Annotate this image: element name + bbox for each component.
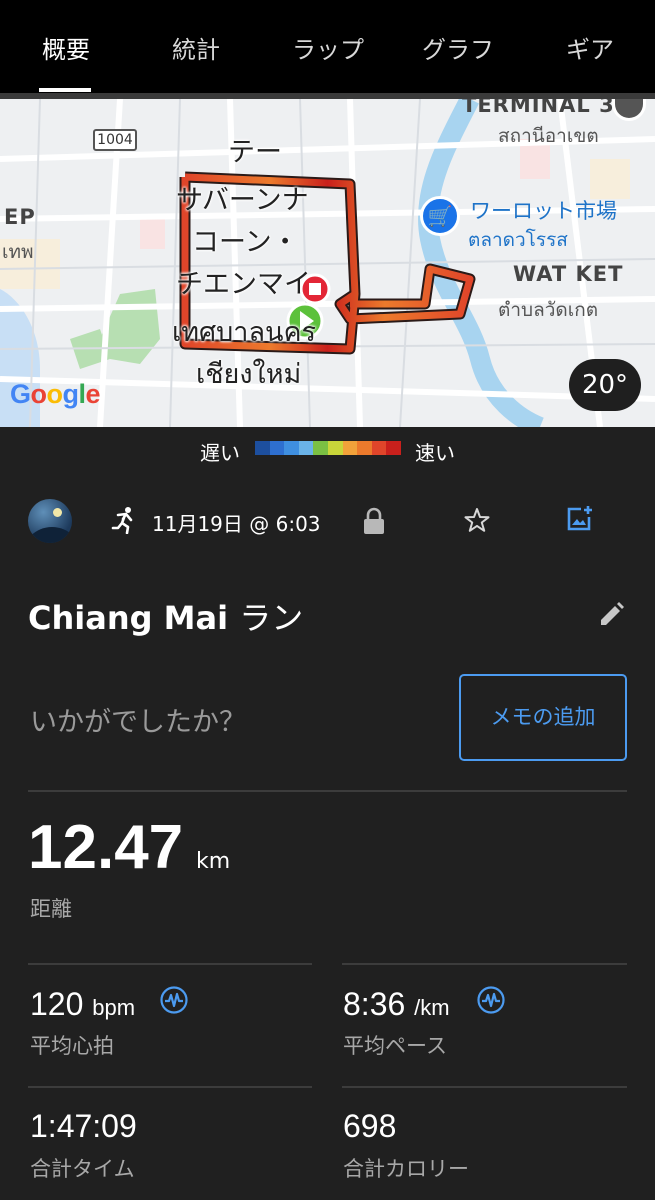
pace-color-swatch — [298, 441, 314, 455]
map-label-watket: WAT KET — [513, 262, 624, 286]
map-label-market-thai: ตลาดวโรรส — [468, 229, 568, 251]
avg-hr-number: 120 — [30, 986, 84, 1022]
pace-color-swatch — [342, 441, 358, 455]
tab-overview[interactable]: 概要 — [38, 30, 94, 70]
tab-laps[interactable]: ラップ — [288, 30, 368, 70]
avg-hr-unit: bpm — [92, 995, 136, 1020]
activity-title: Chiang Mai ラン — [28, 593, 303, 639]
edit-pencil-icon[interactable] — [597, 601, 625, 629]
pace-color-scale — [255, 441, 401, 455]
tab-graphs[interactable]: グラフ — [418, 30, 498, 70]
add-photo-icon[interactable] — [564, 504, 594, 534]
distance-label: 距離 — [30, 897, 72, 921]
pace-legend: 遅い 速い — [0, 427, 655, 472]
total-time-label: 合計タイム — [30, 1157, 135, 1181]
star-icon[interactable] — [463, 506, 491, 534]
tab-bar: 概要 統計 ラップ グラフ ギア — [0, 0, 655, 93]
active-tab-indicator — [39, 88, 91, 92]
avatar[interactable] — [28, 499, 72, 543]
legend-fast-label: 速い — [415, 441, 455, 465]
avg-pace-value: 8:36 /km — [343, 986, 450, 1023]
map-label-city-thai-2: เชียงใหม่ — [196, 359, 302, 390]
road-number-badge: 1004 — [93, 129, 137, 151]
divider — [28, 963, 312, 965]
avatar-moon — [53, 508, 62, 517]
divider — [342, 1086, 627, 1088]
map-label-thep: เทพ — [2, 241, 34, 263]
avg-pace-number: 8:36 — [343, 986, 406, 1022]
avg-heart-rate-label: 平均心拍 — [30, 1034, 114, 1058]
pace-color-swatch — [313, 441, 328, 455]
pace-color-swatch — [327, 441, 343, 455]
total-time-value: 1:47:09 — [30, 1108, 137, 1144]
legend-slow-label: 遅い — [200, 441, 240, 465]
divider — [342, 963, 627, 965]
distance-unit: km — [196, 849, 231, 874]
map-label-terminal-thai: สถานีอาเขต — [498, 125, 599, 147]
map-label-city-4: チエンマイ — [176, 269, 311, 300]
pace-chart-icon[interactable] — [476, 985, 506, 1015]
lock-icon[interactable] — [362, 507, 386, 535]
avg-pace-label: 平均ペース — [343, 1034, 447, 1058]
route-map[interactable]: 1004 TERMINAL 3 สถานีอาเขต 🛒 ワーロット市場 ตลา… — [0, 99, 655, 427]
heart-rate-chart-icon[interactable] — [159, 985, 189, 1015]
calories-value: 698 — [343, 1108, 397, 1144]
pace-color-swatch — [386, 441, 401, 455]
add-memo-button[interactable]: メモの追加 — [459, 674, 627, 761]
map-label-city-1: テー — [228, 137, 282, 168]
map-label-watket-thai: ตำบลวัดเกต — [498, 299, 599, 321]
google-logo: Google — [10, 379, 101, 409]
avatar-hill — [28, 527, 72, 543]
distance-value: 12.47 — [28, 813, 184, 882]
divider — [28, 790, 627, 792]
activity-title-name: Chiang Mai — [28, 599, 229, 637]
tab-stats[interactable]: 統計 — [168, 30, 224, 70]
pace-color-swatch — [284, 441, 299, 455]
running-icon — [111, 507, 133, 534]
tab-gear[interactable]: ギア — [562, 30, 618, 70]
map-label-city-2: サバーンナ — [176, 185, 309, 216]
pace-color-swatch — [269, 441, 285, 455]
avg-pace-unit: /km — [414, 995, 450, 1020]
activity-date: 11月19日 @ 6:03 — [152, 512, 321, 536]
activity-title-type: ラン — [239, 599, 304, 637]
map-label-market[interactable]: ワーロット市場 — [470, 195, 617, 225]
pace-color-swatch — [371, 441, 387, 455]
pace-color-swatch — [255, 441, 270, 455]
feeling-prompt[interactable]: いかがでしたか？ — [30, 700, 246, 739]
avg-heart-rate-value: 120 bpm — [30, 986, 135, 1023]
map-label-ep: EP — [4, 205, 36, 229]
temperature-badge: 20° — [569, 359, 641, 411]
pace-color-swatch — [357, 441, 372, 455]
divider — [28, 1086, 312, 1088]
map-label-terminal: TERMINAL 3 — [462, 99, 615, 117]
calories-label: 合計カロリー — [343, 1157, 469, 1181]
map-label-city-thai-1: เทศบาลนคร — [172, 317, 317, 348]
shopping-cart-icon[interactable]: 🛒 — [420, 196, 460, 236]
map-label-city-3: コーン・ — [192, 227, 299, 258]
